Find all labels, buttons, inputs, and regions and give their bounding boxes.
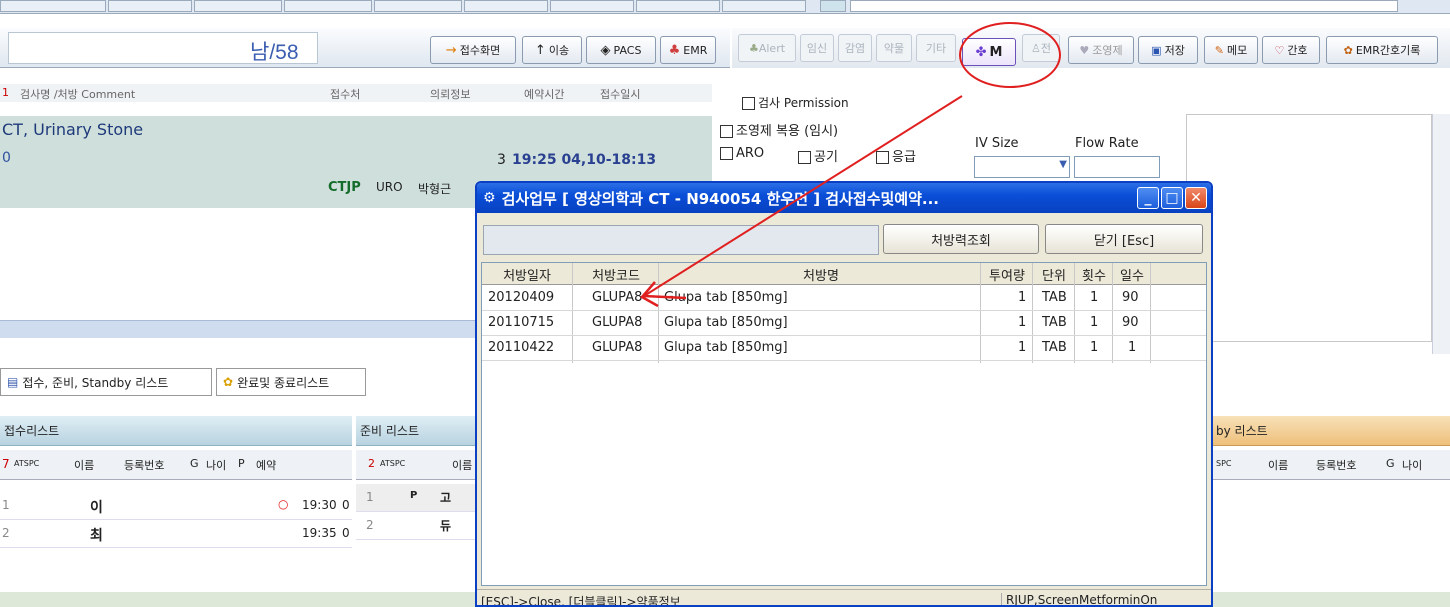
annotation-arrow [640, 95, 963, 308]
